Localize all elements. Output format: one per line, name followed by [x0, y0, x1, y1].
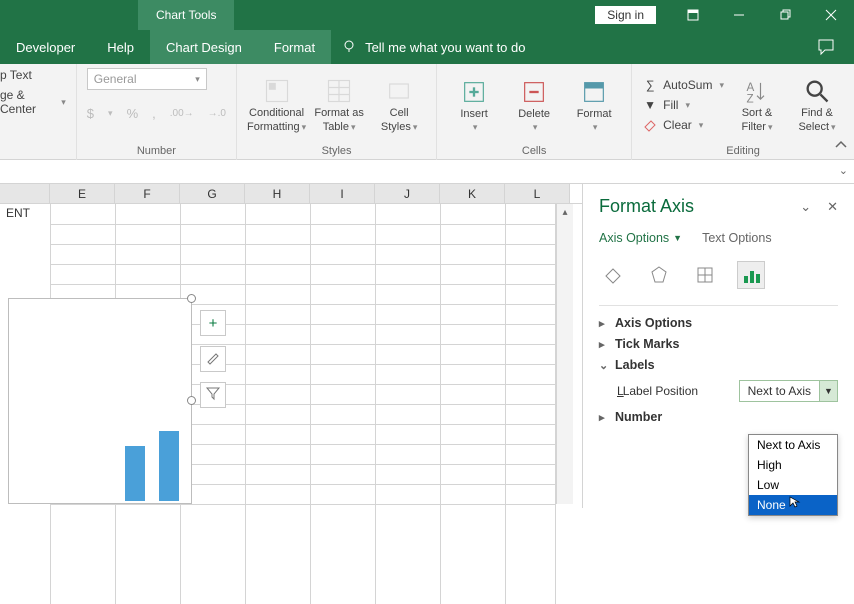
autosum-button[interactable]: ∑AutoSum▾ [642, 77, 724, 93]
column-header[interactable]: H [245, 184, 310, 203]
decrease-decimal-button[interactable]: →.0 [208, 108, 226, 119]
filter-icon [205, 385, 221, 405]
text-options-tab[interactable]: Text Options [702, 231, 771, 245]
sort-filter-button[interactable]: AZ Sort & Filter▾ [730, 77, 784, 133]
label-position-dropdown: Next to Axis High Low None [748, 434, 838, 516]
clear-button[interactable]: Clear▾ [642, 117, 724, 133]
collapse-ribbon-button[interactable] [834, 137, 848, 155]
accounting-format-button[interactable]: $ [87, 106, 94, 121]
restore-button[interactable] [762, 0, 808, 30]
column-header[interactable]: K [440, 184, 505, 203]
dropdown-item-low[interactable]: Low [749, 475, 837, 495]
label-position-label: LLabel Position [617, 384, 698, 398]
search-icon [803, 77, 831, 105]
cell-content: ENT [2, 205, 34, 221]
axis-options-section[interactable]: ▸Axis Options [599, 316, 838, 330]
format-axis-pane: Format Axis ⌄ ✕ Axis Options▼ Text Optio… [582, 184, 854, 508]
format-cells-button[interactable]: Format▾ [567, 78, 621, 133]
styles-group-label: Styles [322, 145, 352, 160]
increase-decimal-button[interactable]: .00→ [170, 108, 194, 119]
chart-styles-button[interactable] [200, 346, 226, 372]
sigma-icon: ∑ [642, 77, 658, 93]
delete-cells-button[interactable]: Delete▾ [507, 78, 561, 133]
column-header[interactable]: E [50, 184, 115, 203]
number-format-combo[interactable]: General▾ [87, 68, 207, 90]
column-header[interactable]: J [375, 184, 440, 203]
editing-group-label: Editing [726, 145, 760, 160]
svg-text:Z: Z [747, 93, 754, 105]
brush-icon [205, 349, 221, 369]
fill-button[interactable]: ▼Fill▾ [642, 97, 724, 113]
number-group-label: Number [137, 145, 176, 160]
lightbulb-icon [341, 39, 357, 55]
chevron-down-icon: ▼ [819, 381, 837, 401]
effects-icon[interactable] [645, 261, 673, 289]
cursor-icon [789, 496, 801, 508]
insert-cells-button[interactable]: Insert▾ [447, 78, 501, 133]
signin-button[interactable]: Sign in [595, 6, 656, 24]
find-select-button[interactable]: Find & Select▾ [790, 77, 844, 133]
size-properties-icon[interactable] [691, 261, 719, 289]
select-all-corner[interactable] [0, 184, 50, 203]
chart-filters-button[interactable] [200, 382, 226, 408]
dropdown-item-high[interactable]: High [749, 455, 837, 475]
dropdown-item-none[interactable]: None [749, 495, 837, 515]
column-header[interactable]: L [505, 184, 570, 203]
ribbon-display-options-button[interactable] [670, 0, 716, 30]
pane-options-button[interactable]: ⌄ [800, 199, 811, 215]
number-section[interactable]: ▸Number [599, 410, 838, 424]
column-header[interactable]: F [115, 184, 180, 203]
embedded-chart[interactable] [8, 298, 192, 504]
conditional-formatting-button[interactable]: Conditional Formatting▾ [247, 77, 306, 133]
cells-group-label: Cells [522, 145, 546, 160]
column-header[interactable]: I [310, 184, 375, 203]
minimize-button[interactable] [716, 0, 762, 30]
percent-format-button[interactable]: % [127, 106, 139, 121]
pane-title: Format Axis [599, 196, 694, 217]
tick-marks-section[interactable]: ▸Tick Marks [599, 337, 838, 351]
fill-down-icon: ▼ [642, 97, 658, 113]
format-as-table-button[interactable]: Format as Table▾ [312, 77, 366, 133]
formula-bar-expand[interactable]: ⌄ [839, 164, 848, 177]
column-header[interactable]: G [180, 184, 245, 203]
plus-icon: + [209, 315, 218, 332]
pane-close-button[interactable]: ✕ [827, 199, 838, 215]
labels-section[interactable]: ⌄Labels [599, 358, 838, 372]
tell-me-search[interactable]: Tell me what you want to do [331, 30, 535, 64]
fill-line-icon[interactable] [599, 261, 627, 289]
chart-tools-contextual-tab: Chart Tools [138, 0, 234, 30]
vertical-scrollbar[interactable]: ▴ [556, 204, 573, 504]
dropdown-item-next-to-axis[interactable]: Next to Axis [749, 435, 837, 455]
comments-button[interactable] [806, 30, 846, 64]
tab-format[interactable]: Format [258, 30, 331, 64]
tab-developer[interactable]: Developer [0, 30, 91, 64]
tab-chart-design[interactable]: Chart Design [150, 30, 258, 64]
axis-options-icon[interactable] [737, 261, 765, 289]
chart-elements-button[interactable]: + [200, 310, 226, 336]
close-button[interactable] [808, 0, 854, 30]
comma-format-button[interactable]: , [152, 106, 156, 121]
cell-styles-button[interactable]: Cell Styles▾ [372, 77, 426, 133]
axis-options-tab[interactable]: Axis Options▼ [599, 231, 682, 245]
label-position-combo[interactable]: Next to Axis ▼ [739, 380, 838, 402]
eraser-icon [642, 117, 658, 133]
tab-help[interactable]: Help [91, 30, 150, 64]
